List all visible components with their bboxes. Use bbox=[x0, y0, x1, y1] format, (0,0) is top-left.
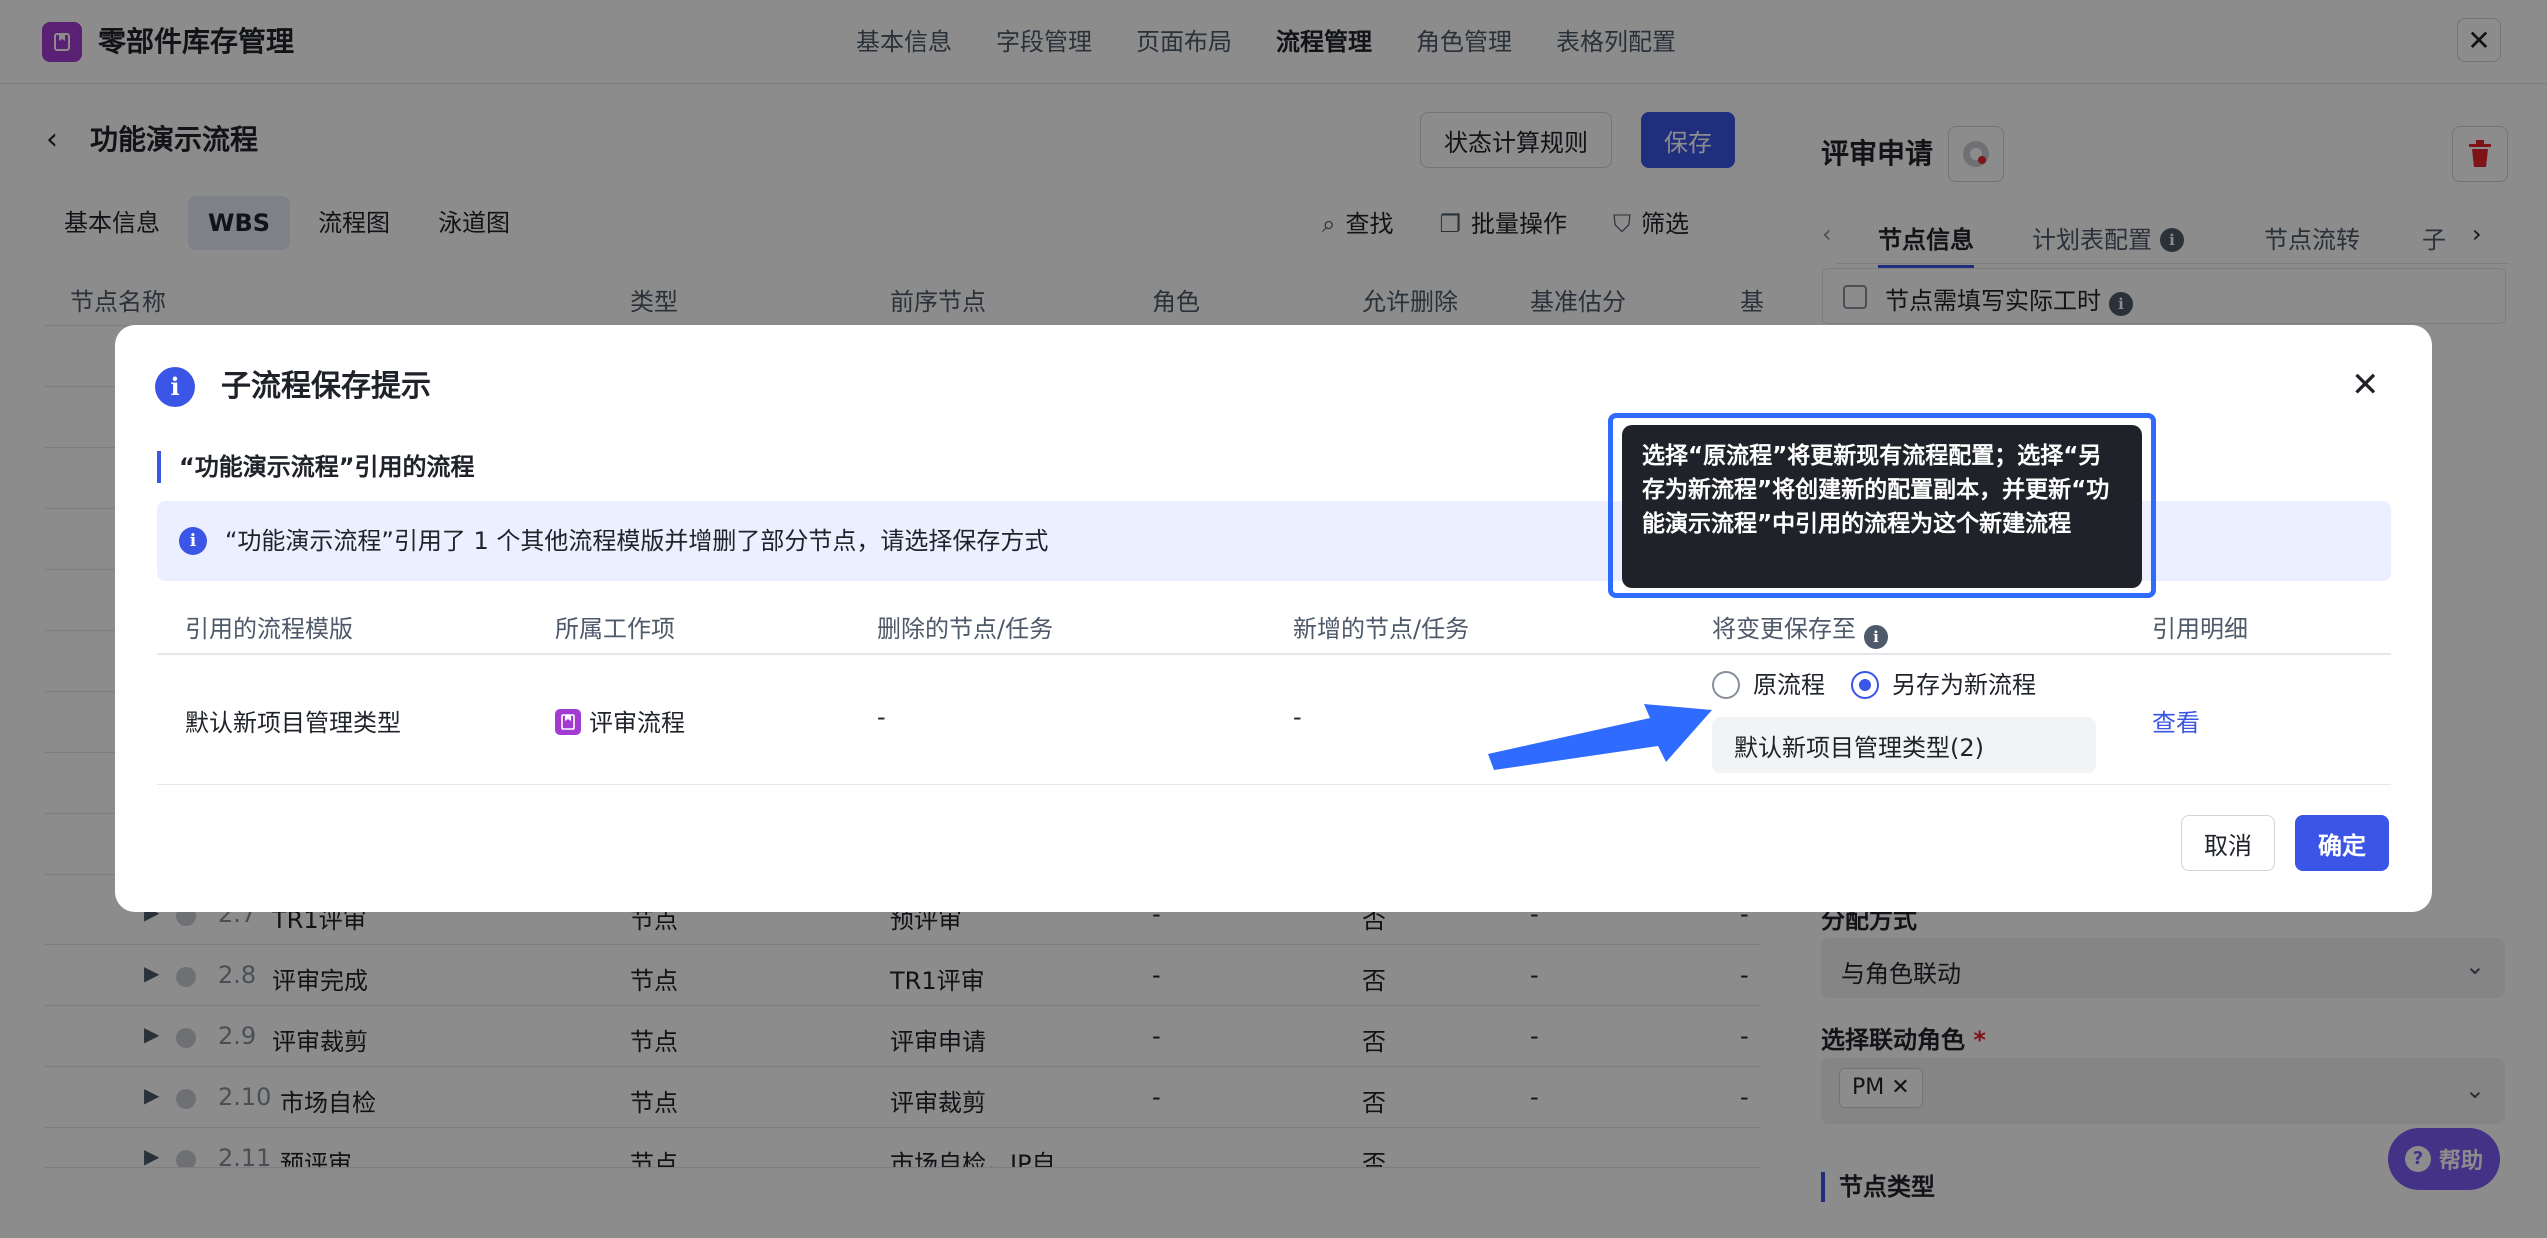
col-template: 引用的流程模版 bbox=[185, 615, 353, 643]
col-ref-detail: 引用明细 bbox=[2152, 615, 2248, 643]
annotation-arrow-icon bbox=[1488, 704, 1712, 770]
info-icon: i bbox=[179, 527, 207, 555]
template-name: 默认新项目管理类型 bbox=[185, 709, 401, 737]
close-icon[interactable]: ✕ bbox=[2351, 367, 2380, 403]
bookmark-icon bbox=[555, 709, 581, 735]
modal-title: 子流程保存提示 bbox=[221, 369, 431, 404]
radio-save-as-new-label[interactable]: 另存为新流程 bbox=[1892, 671, 2036, 699]
col-work-item: 所属工作项 bbox=[555, 615, 675, 643]
col-deleted: 删除的节点/任务 bbox=[877, 615, 1054, 643]
radio-save-as-new[interactable] bbox=[1851, 671, 1879, 699]
col-save-to-label: 将变更保存至 bbox=[1712, 615, 1856, 643]
work-item: 评审流程 bbox=[555, 703, 685, 738]
deleted-nodes: - bbox=[877, 703, 886, 731]
info-icon[interactable]: i bbox=[1864, 625, 1888, 649]
section-title: “功能演示流程”引用的流程 bbox=[157, 451, 475, 483]
radio-original-label[interactable]: 原流程 bbox=[1753, 671, 1825, 699]
tooltip: 选择“原流程”将更新现有流程配置；选择“另存为新流程”将创建新的配置副本，并更新… bbox=[1622, 425, 2142, 588]
alert-text: “功能演示流程”引用了 1 个其他流程模版并增删了部分节点，请选择保存方式 bbox=[225, 527, 1049, 555]
new-process-name-input[interactable] bbox=[1712, 717, 2096, 773]
view-link[interactable]: 查看 bbox=[2152, 703, 2200, 738]
confirm-button[interactable]: 确定 bbox=[2295, 815, 2389, 871]
col-save-to: 将变更保存至 i bbox=[1712, 609, 1888, 649]
work-item-label: 评审流程 bbox=[589, 709, 685, 737]
info-icon: i bbox=[155, 367, 195, 407]
table-row: 默认新项目管理类型 评审流程 - - 原流程 另存为新流程 查看 bbox=[157, 657, 2391, 785]
modal-table-header: 引用的流程模版 所属工作项 删除的节点/任务 新增的节点/任务 将变更保存至 i … bbox=[157, 593, 2391, 655]
cancel-button[interactable]: 取消 bbox=[2181, 815, 2275, 871]
col-added: 新增的节点/任务 bbox=[1293, 615, 1470, 643]
added-nodes: - bbox=[1293, 703, 1302, 731]
